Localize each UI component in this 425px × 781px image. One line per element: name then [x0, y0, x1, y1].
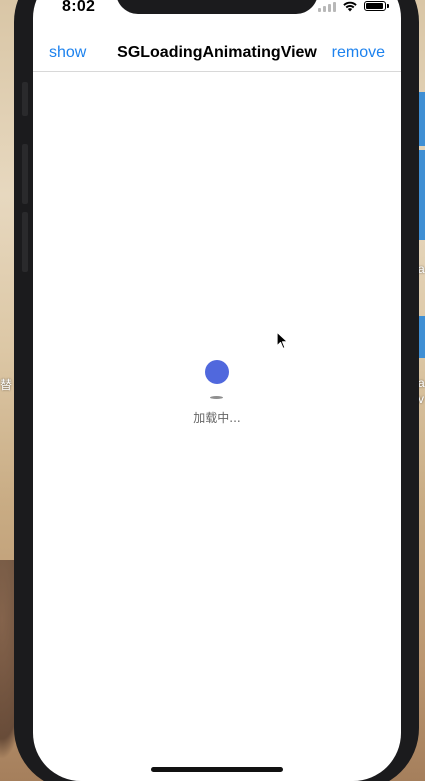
- status-time: 8:02: [62, 0, 96, 15]
- remove-button[interactable]: remove: [332, 44, 385, 62]
- desktop-icon-label: a: [418, 262, 425, 276]
- phone-side-button: [22, 212, 28, 272]
- desktop-icon-label: 替: [0, 378, 13, 392]
- signal-icon: [318, 1, 336, 12]
- loading-ball-shadow: [210, 396, 223, 399]
- wifi-icon: [343, 1, 357, 12]
- loading-text: 加载中...: [193, 411, 241, 425]
- desktop-background: 替 a a v 8:02 show SGLoadingAnimatingView…: [0, 0, 425, 781]
- phone-notch: [116, 0, 318, 14]
- home-indicator[interactable]: [151, 767, 283, 772]
- battery-icon: [364, 1, 389, 11]
- mouse-cursor-icon: [276, 331, 289, 350]
- phone-side-button: [22, 144, 28, 204]
- desktop-icon-label: a: [418, 376, 425, 390]
- loading-ball: [205, 360, 229, 384]
- phone-screen: 8:02 show SGLoadingAnimatingView remove: [33, 0, 401, 781]
- phone-side-button: [22, 82, 28, 116]
- loading-animating-view: 加载中...: [33, 358, 401, 448]
- navigation-bar: show SGLoadingAnimatingView remove: [33, 34, 401, 72]
- status-icons: [318, 0, 389, 12]
